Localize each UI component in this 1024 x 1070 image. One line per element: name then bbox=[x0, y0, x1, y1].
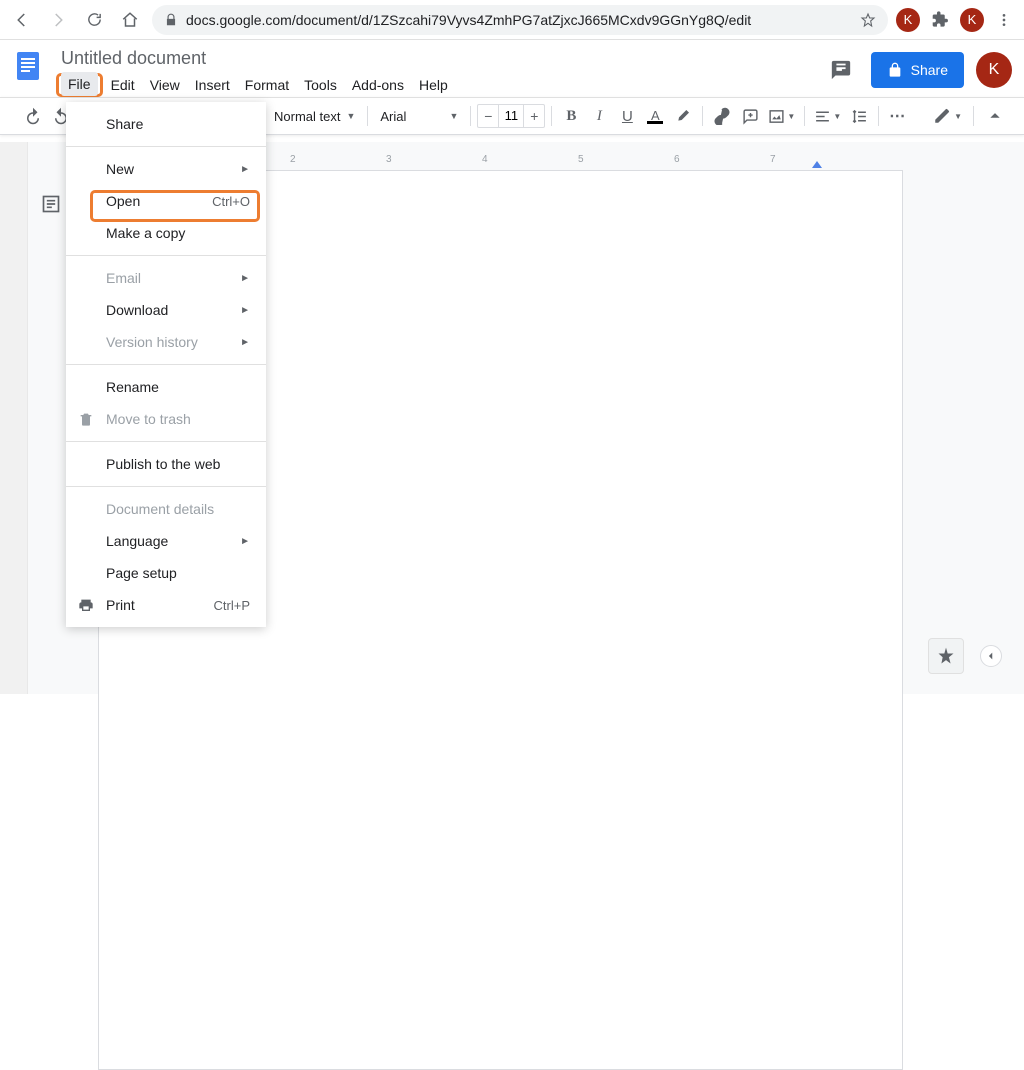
vertical-ruler bbox=[0, 142, 28, 694]
trash-icon bbox=[78, 411, 94, 427]
line-spacing-button[interactable] bbox=[846, 103, 872, 129]
file-menu-open[interactable]: OpenCtrl+O bbox=[66, 185, 266, 217]
comments-button[interactable] bbox=[823, 52, 859, 88]
file-menu-document-details: Document details bbox=[66, 493, 266, 525]
menu-view[interactable]: View bbox=[143, 73, 187, 97]
file-menu-publish-to-the-web[interactable]: Publish to the web bbox=[66, 448, 266, 480]
underline-button[interactable]: U bbox=[614, 103, 640, 129]
print-icon bbox=[78, 597, 94, 613]
reload-button[interactable] bbox=[80, 6, 108, 34]
extensions-icon[interactable] bbox=[928, 8, 952, 32]
docs-header: Untitled document FileEditViewInsertForm… bbox=[0, 40, 1024, 97]
right-margin-marker[interactable] bbox=[812, 161, 822, 168]
highlight-button[interactable] bbox=[670, 103, 696, 129]
font-size-group: − 11 + bbox=[477, 104, 545, 128]
file-menu-rename[interactable]: Rename bbox=[66, 371, 266, 403]
profile-avatar[interactable]: K bbox=[960, 8, 984, 32]
lock-icon bbox=[164, 13, 178, 27]
share-label: Share bbox=[911, 62, 948, 78]
paragraph-style-select[interactable]: Normal text▼ bbox=[268, 103, 361, 129]
extension-icon[interactable]: K bbox=[896, 8, 920, 32]
insert-image-button[interactable]: ▼ bbox=[765, 103, 798, 129]
file-menu-page-setup[interactable]: Page setup bbox=[66, 557, 266, 589]
file-menu-language[interactable]: Language► bbox=[66, 525, 266, 557]
menu-edit[interactable]: Edit bbox=[104, 73, 142, 97]
text-color-button[interactable]: A bbox=[642, 103, 668, 129]
italic-button[interactable]: I bbox=[586, 103, 612, 129]
docs-logo-icon[interactable] bbox=[8, 46, 48, 86]
share-button[interactable]: Share bbox=[871, 52, 964, 88]
back-button[interactable] bbox=[8, 6, 36, 34]
more-button[interactable]: ⋯ bbox=[885, 103, 911, 129]
menu-file[interactable]: File bbox=[61, 72, 98, 96]
side-panel-toggle[interactable] bbox=[980, 645, 1002, 667]
menubar: FileEditViewInsertFormatToolsAdd-onsHelp bbox=[56, 73, 815, 97]
add-comment-button[interactable] bbox=[737, 103, 763, 129]
menu-add-ons[interactable]: Add-ons bbox=[345, 73, 411, 97]
file-menu-email: Email► bbox=[66, 262, 266, 294]
file-menu-version-history: Version history► bbox=[66, 326, 266, 358]
menu-insert[interactable]: Insert bbox=[188, 73, 237, 97]
menu-tools[interactable]: Tools bbox=[297, 73, 344, 97]
hide-menus-button[interactable] bbox=[982, 103, 1008, 129]
star-icon[interactable] bbox=[860, 12, 876, 28]
bold-button[interactable]: B bbox=[558, 103, 584, 129]
account-avatar[interactable]: K bbox=[976, 52, 1012, 88]
home-button[interactable] bbox=[116, 6, 144, 34]
font-size-decrease[interactable]: − bbox=[478, 105, 498, 127]
font-size-increase[interactable]: + bbox=[524, 105, 544, 127]
editing-mode-button[interactable]: ▼ bbox=[930, 103, 965, 129]
file-menu-print[interactable]: PrintCtrl+P bbox=[66, 589, 266, 621]
align-button[interactable]: ▼ bbox=[811, 103, 844, 129]
font-family-select[interactable]: Arial▼ bbox=[374, 103, 464, 129]
file-menu-make-a-copy[interactable]: Make a copy bbox=[66, 217, 266, 249]
file-menu-move-to-trash: Move to trash bbox=[66, 403, 266, 435]
menu-help[interactable]: Help bbox=[412, 73, 455, 97]
explore-button[interactable] bbox=[928, 638, 964, 674]
chrome-menu-icon[interactable] bbox=[992, 8, 1016, 32]
undo-button[interactable] bbox=[20, 103, 46, 129]
file-menu-share[interactable]: Share bbox=[66, 108, 266, 140]
url-text: docs.google.com/document/d/1ZSzcahi79Vyv… bbox=[186, 12, 852, 28]
insert-link-button[interactable] bbox=[709, 103, 735, 129]
lock-icon bbox=[887, 62, 903, 78]
file-menu-dropdown: Share New►OpenCtrl+OMake a copy Email►Down… bbox=[66, 102, 266, 627]
browser-toolbar: docs.google.com/document/d/1ZSzcahi79Vyv… bbox=[0, 0, 1024, 40]
font-size-value[interactable]: 11 bbox=[498, 105, 524, 127]
document-title[interactable]: Untitled document bbox=[56, 46, 815, 71]
menu-format[interactable]: Format bbox=[238, 73, 296, 97]
file-menu-download[interactable]: Download► bbox=[66, 294, 266, 326]
address-bar[interactable]: docs.google.com/document/d/1ZSzcahi79Vyv… bbox=[152, 5, 888, 35]
forward-button[interactable] bbox=[44, 6, 72, 34]
outline-toggle-icon[interactable] bbox=[37, 190, 65, 218]
file-menu-new[interactable]: New► bbox=[66, 153, 266, 185]
